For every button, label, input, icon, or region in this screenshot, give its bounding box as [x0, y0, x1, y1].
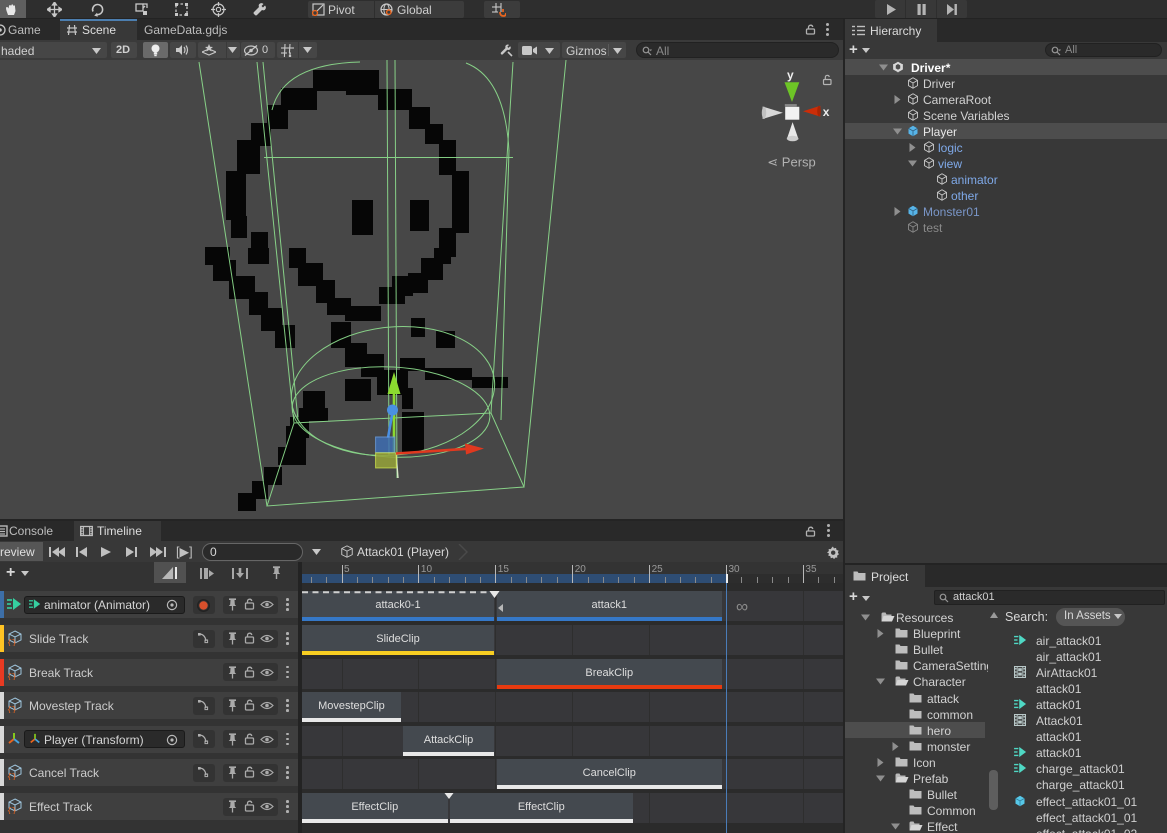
svg-text:{}: {} [7, 773, 17, 780]
svg-text:{}: {} [7, 639, 17, 646]
svg-text:{}: {} [7, 807, 17, 814]
svg-text:x: x [823, 105, 830, 119]
svg-text:{}: {} [7, 673, 17, 680]
svg-text:⋖ Persp: ⋖ Persp [767, 155, 815, 170]
svg-text:y: y [787, 68, 794, 82]
svg-text:{}: {} [7, 706, 17, 713]
